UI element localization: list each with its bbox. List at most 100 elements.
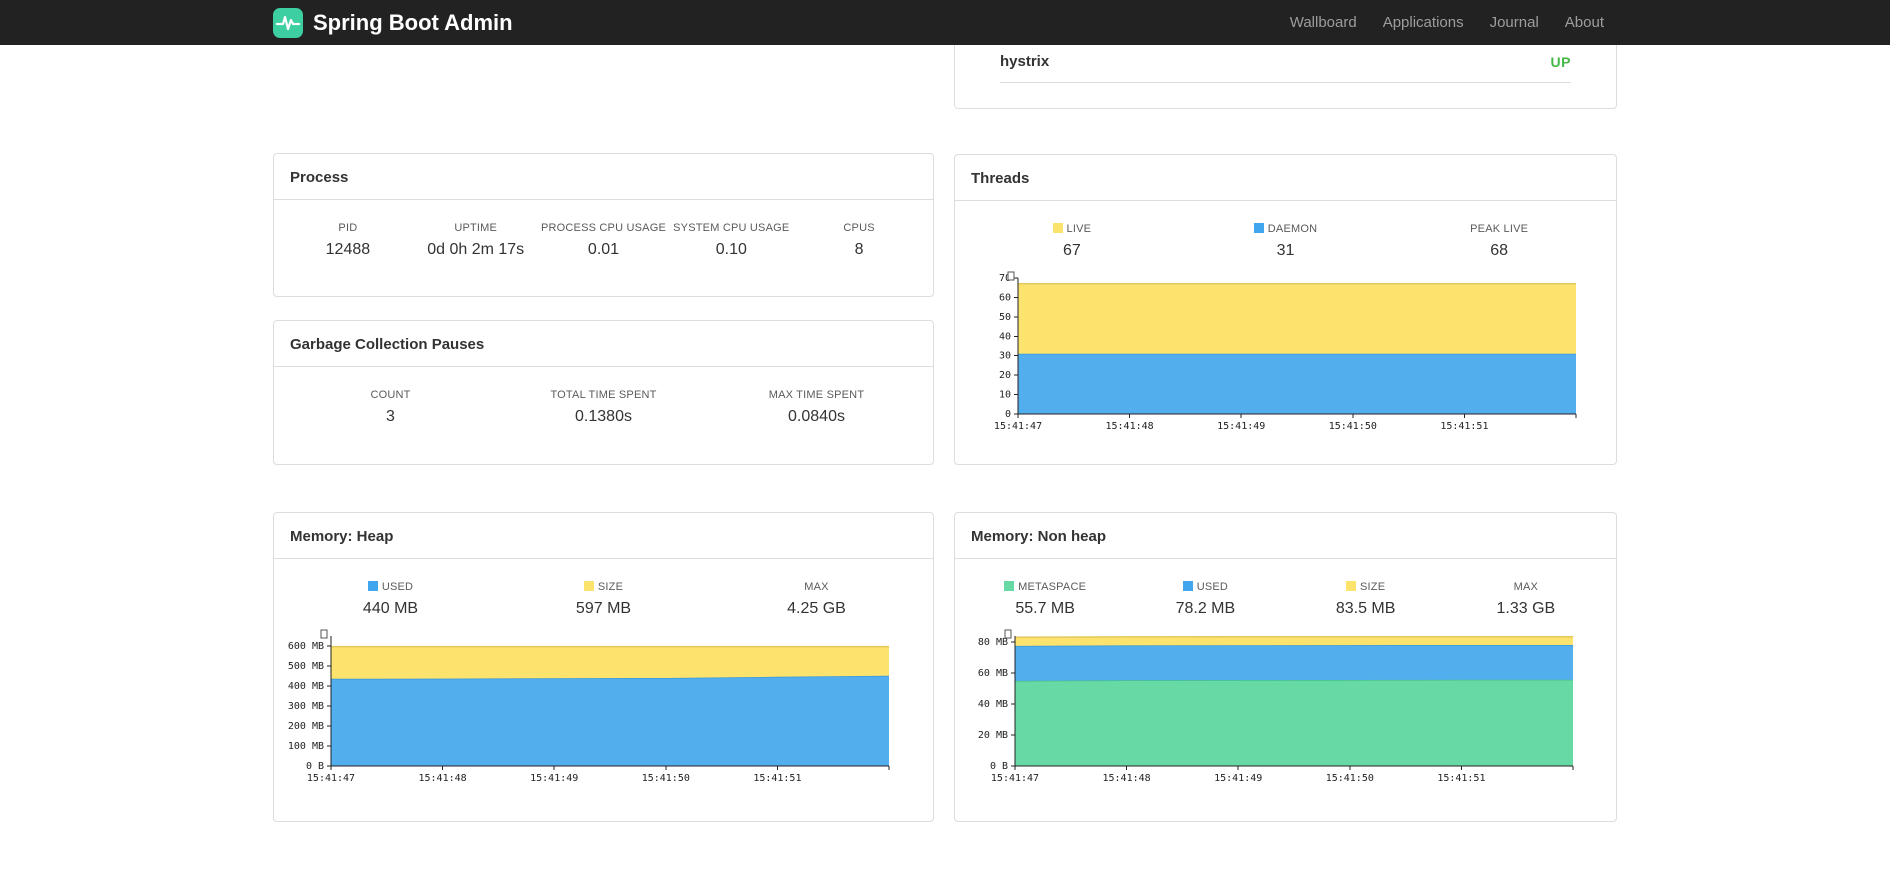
stat-label: METASPACE bbox=[965, 581, 1125, 593]
svg-text:60: 60 bbox=[999, 292, 1011, 303]
nav-wallboard[interactable]: Wallboard bbox=[1277, 0, 1370, 45]
memory-nonheap-stats: METASPACE 55.7 MB USED 78.2 MB SIZE 83.5… bbox=[955, 559, 1616, 618]
legend-swatch-daemon bbox=[1253, 223, 1264, 233]
stat-label: USED bbox=[1125, 581, 1285, 593]
brand[interactable]: Spring Boot Admin bbox=[273, 7, 513, 38]
nav-links: Wallboard Applications Journal About bbox=[1277, 0, 1617, 45]
stat-label: PID bbox=[338, 222, 358, 234]
process-panel-title: Process bbox=[274, 154, 933, 200]
stat-nonheap-size: SIZE 83.5 MB bbox=[1286, 581, 1446, 618]
svg-text:40 MB: 40 MB bbox=[978, 699, 1008, 710]
svg-text:60 MB: 60 MB bbox=[978, 668, 1008, 679]
stat-value: 12488 bbox=[325, 241, 371, 258]
svg-text:15:41:51: 15:41:51 bbox=[753, 773, 801, 784]
stat-gc-max-time: MAX TIME SPENT 0.0840s bbox=[710, 389, 923, 426]
legend-swatch-size bbox=[1346, 581, 1356, 591]
threads-panel-title: Threads bbox=[955, 155, 1616, 201]
application-name: hystrix bbox=[1000, 53, 1050, 70]
applications-panel: hystrix UP bbox=[954, 45, 1617, 109]
svg-text:400 MB: 400 MB bbox=[288, 681, 324, 692]
threads-panel: Threads LIVE 67 DAEMON 31 PEAK LIVE 68 0… bbox=[954, 154, 1617, 465]
stat-value: 55.7 MB bbox=[1015, 600, 1075, 617]
stat-label: LIVE bbox=[965, 223, 1179, 235]
memory-heap-chart: 0 B 100 MB 200 MB 300 MB 400 MB 500 MB 600 MB 1… bbox=[282, 628, 933, 788]
stat-value: 83.5 MB bbox=[1335, 600, 1396, 617]
application-row[interactable]: hystrix UP bbox=[1000, 45, 1571, 83]
stat-label: PROCESS CPU USAGE bbox=[540, 222, 667, 234]
stat-label: MAX bbox=[1513, 581, 1539, 593]
svg-text:15:41:50: 15:41:50 bbox=[642, 773, 690, 784]
svg-text:500 MB: 500 MB bbox=[288, 661, 324, 672]
svg-text:15:41:48: 15:41:48 bbox=[419, 773, 467, 784]
memory-heap-stats: USED 440 MB SIZE 597 MB MAX 4.25 GB bbox=[274, 559, 933, 618]
stat-value: 0d 0h 2m 17s bbox=[427, 241, 525, 258]
stat-threads-live: LIVE 67 bbox=[965, 223, 1179, 260]
stat-heap-max: MAX 4.25 GB bbox=[710, 581, 923, 618]
stat-value: 0.0840s bbox=[788, 408, 845, 425]
stat-nonheap-max: MAX 1.33 GB bbox=[1446, 581, 1606, 618]
brand-title: Spring Boot Admin bbox=[313, 9, 513, 35]
stat-gc-count: COUNT 3 bbox=[284, 389, 497, 426]
stat-system-cpu-usage: SYSTEM CPU USAGE 0.10 bbox=[667, 222, 795, 259]
svg-text:80 MB: 80 MB bbox=[978, 637, 1008, 648]
svg-text:100 MB: 100 MB bbox=[288, 741, 324, 752]
memory-nonheap-panel-title: Memory: Non heap bbox=[955, 513, 1616, 559]
svg-text:50: 50 bbox=[999, 312, 1011, 323]
navbar: Spring Boot Admin Wallboard Applications… bbox=[0, 0, 1890, 45]
svg-text:200 MB: 200 MB bbox=[288, 721, 324, 732]
stat-process-cpu-usage: PROCESS CPU USAGE 0.01 bbox=[540, 222, 668, 259]
memory-nonheap-chart: 0 B 20 MB 40 MB 60 MB 80 MB 15:41:47 15:41:48 1… bbox=[972, 628, 1616, 788]
svg-text:15:41:47: 15:41:47 bbox=[991, 773, 1039, 784]
svg-text:15:41:49: 15:41:49 bbox=[530, 773, 578, 784]
memory-heap-panel-title: Memory: Heap bbox=[274, 513, 933, 559]
legend-swatch-used bbox=[1182, 581, 1193, 591]
stat-value: 597 MB bbox=[575, 600, 632, 617]
svg-text:15:41:51: 15:41:51 bbox=[1440, 421, 1488, 432]
stat-label: SYSTEM CPU USAGE bbox=[673, 222, 790, 234]
threads-stats: LIVE 67 DAEMON 31 PEAK LIVE 68 bbox=[955, 201, 1616, 260]
spring-boot-admin-logo-icon bbox=[273, 7, 303, 38]
stat-gc-total-time: TOTAL TIME SPENT 0.1380s bbox=[497, 389, 710, 426]
svg-text:600 MB: 600 MB bbox=[288, 641, 324, 652]
stat-label: TOTAL TIME SPENT bbox=[550, 389, 657, 401]
stat-value: 440 MB bbox=[362, 600, 419, 617]
stat-value: 0.01 bbox=[587, 241, 620, 258]
svg-text:15:41:50: 15:41:50 bbox=[1326, 773, 1374, 784]
svg-text:15:41:48: 15:41:48 bbox=[1106, 421, 1154, 432]
right-column: hystrix UP Threads LIVE 67 DAEMON 31 PEA… bbox=[954, 45, 1617, 822]
svg-text:15:41:50: 15:41:50 bbox=[1329, 421, 1377, 432]
svg-text:300 MB: 300 MB bbox=[288, 701, 324, 712]
svg-text:40: 40 bbox=[999, 331, 1011, 342]
svg-text:15:41:47: 15:41:47 bbox=[994, 421, 1042, 432]
stat-value: 4.25 GB bbox=[787, 600, 846, 617]
svg-text:15:41:51: 15:41:51 bbox=[1437, 773, 1485, 784]
stat-value: 1.33 GB bbox=[1496, 600, 1556, 617]
stat-label: MAX bbox=[804, 581, 829, 593]
svg-text:20: 20 bbox=[999, 370, 1011, 381]
legend-swatch-metaspace bbox=[1004, 581, 1015, 591]
svg-text:0 B: 0 B bbox=[990, 761, 1008, 772]
nav-applications[interactable]: Applications bbox=[1370, 0, 1477, 45]
gc-panel-title: Garbage Collection Pauses bbox=[274, 321, 933, 367]
nav-journal[interactable]: Journal bbox=[1477, 0, 1552, 45]
svg-text:30: 30 bbox=[999, 351, 1011, 362]
process-stats: PID 12488 UPTIME 0d 0h 2m 17s PROCESS CP… bbox=[274, 200, 933, 259]
svg-text:15:41:49: 15:41:49 bbox=[1217, 421, 1265, 432]
stat-threads-daemon: DAEMON 31 bbox=[1179, 223, 1393, 260]
stat-value: 78.2 MB bbox=[1175, 600, 1236, 617]
legend-swatch-size bbox=[583, 581, 594, 591]
legend-swatch-live bbox=[1052, 223, 1063, 233]
stat-pid: PID 12488 bbox=[284, 222, 412, 259]
stat-threads-peak-live: PEAK LIVE 68 bbox=[1392, 223, 1606, 260]
svg-text:15:41:47: 15:41:47 bbox=[307, 773, 355, 784]
stat-label: USED bbox=[284, 581, 497, 593]
gc-pauses-panel: Garbage Collection Pauses COUNT 3 TOTAL … bbox=[273, 320, 934, 465]
stat-label: MAX TIME SPENT bbox=[768, 389, 865, 401]
process-panel: Process PID 12488 UPTIME 0d 0h 2m 17s PR… bbox=[273, 153, 934, 297]
stat-uptime: UPTIME 0d 0h 2m 17s bbox=[412, 222, 540, 259]
stat-nonheap-metaspace: METASPACE 55.7 MB bbox=[965, 581, 1125, 618]
memory-nonheap-panel: Memory: Non heap METASPACE 55.7 MB USED … bbox=[954, 512, 1617, 822]
nav-about[interactable]: About bbox=[1552, 0, 1617, 45]
application-status-badge: UP bbox=[1550, 53, 1571, 70]
stat-value: 0.10 bbox=[715, 241, 747, 258]
